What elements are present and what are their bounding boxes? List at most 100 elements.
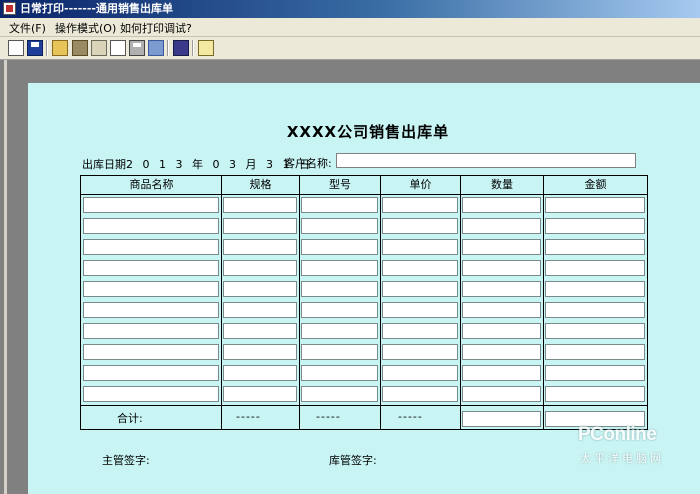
table-input-cell[interactable] xyxy=(223,302,297,318)
table-input-cell[interactable] xyxy=(83,344,219,360)
table-input-cell[interactable] xyxy=(382,197,458,213)
table-input-cell[interactable] xyxy=(83,386,219,402)
calculator-icon[interactable] xyxy=(173,40,189,56)
settings-icon[interactable] xyxy=(72,40,88,56)
table-input-cell[interactable] xyxy=(462,323,541,339)
table-input-cell[interactable] xyxy=(301,344,378,360)
table-input-cell[interactable] xyxy=(301,323,378,339)
page-setup-icon[interactable] xyxy=(148,40,164,56)
table-input-cell[interactable] xyxy=(382,365,458,381)
table-input-cell[interactable] xyxy=(545,197,645,213)
table-input-cell[interactable] xyxy=(223,386,297,402)
table-input-cell[interactable] xyxy=(462,260,541,276)
total-placeholder: ----- xyxy=(236,410,261,423)
table-input-cell[interactable] xyxy=(462,197,541,213)
table-input-cell[interactable] xyxy=(462,239,541,255)
toolbar-separator xyxy=(192,40,194,56)
table-input-cell[interactable] xyxy=(545,239,645,255)
open-icon[interactable] xyxy=(52,40,68,56)
table-input-cell[interactable] xyxy=(223,281,297,297)
print-preview-icon[interactable] xyxy=(110,40,126,56)
table-input-cell[interactable] xyxy=(382,260,458,276)
print-icon[interactable] xyxy=(129,40,145,56)
table-input-cell[interactable] xyxy=(223,365,297,381)
table-input-cell[interactable] xyxy=(301,260,378,276)
new-icon[interactable] xyxy=(8,40,24,56)
date-label: 出库日期 xyxy=(82,158,126,171)
table-header-cell: 数量 xyxy=(491,178,513,191)
toolbar-separator xyxy=(167,40,169,56)
table-input-cell[interactable] xyxy=(545,281,645,297)
table-header-cell: 商品名称 xyxy=(129,178,174,191)
table-input-cell[interactable] xyxy=(301,365,378,381)
table-input-cell[interactable] xyxy=(382,302,458,318)
table-input-cell[interactable] xyxy=(462,218,541,234)
table-column-divider xyxy=(543,176,544,429)
table-input-cell[interactable] xyxy=(301,218,378,234)
table-input-cell[interactable] xyxy=(301,197,378,213)
table-input-cell[interactable] xyxy=(462,281,541,297)
toolbar xyxy=(0,37,700,60)
table-input-cell[interactable] xyxy=(382,386,458,402)
table-input-cell[interactable] xyxy=(223,260,297,276)
table-input-cell[interactable] xyxy=(545,323,645,339)
table-input-cell[interactable] xyxy=(83,239,219,255)
table-input-cell[interactable] xyxy=(223,239,297,255)
watermark-brand: PConline xyxy=(578,424,657,445)
total-placeholder: ----- xyxy=(398,410,423,423)
table-input-cell[interactable] xyxy=(545,302,645,318)
table-input-cell[interactable] xyxy=(223,323,297,339)
total-input-cell[interactable] xyxy=(462,411,541,427)
table-input-cell[interactable] xyxy=(301,386,378,402)
table-input-cell[interactable] xyxy=(545,218,645,234)
table-input-cell[interactable] xyxy=(83,323,219,339)
title-bar: 日常打印-------通用销售出库单 xyxy=(0,0,700,18)
table-input-cell[interactable] xyxy=(462,365,541,381)
menu-operation-mode[interactable]: 操作模式(O) xyxy=(55,20,116,36)
menu-print-debug-help[interactable]: 如何打印调试? xyxy=(120,20,192,36)
customer-input[interactable] xyxy=(336,153,636,168)
table-input-cell[interactable] xyxy=(382,344,458,360)
warehouse-signature-label: 库管签字: xyxy=(329,454,377,467)
table-input-cell[interactable] xyxy=(545,386,645,402)
table-input-cell[interactable] xyxy=(83,260,219,276)
table-input-cell[interactable] xyxy=(545,260,645,276)
table-input-cell[interactable] xyxy=(382,323,458,339)
watermark-tagline: 太平洋电脑网 xyxy=(580,452,664,465)
table-input-cell[interactable] xyxy=(301,239,378,255)
menu-bar: 文件(F) 操作模式(O) 如何打印调试? xyxy=(0,18,700,37)
form-title: XXXX公司销售出库单 xyxy=(286,123,450,141)
table-input-cell[interactable] xyxy=(301,302,378,318)
table-input-cell[interactable] xyxy=(223,218,297,234)
table-input-cell[interactable] xyxy=(382,239,458,255)
table-header-cell: 型号 xyxy=(329,178,351,191)
help-icon[interactable] xyxy=(198,40,214,56)
image-icon[interactable] xyxy=(91,40,107,56)
window-title: 日常打印-------通用销售出库单 xyxy=(20,2,173,15)
table-input-cell[interactable] xyxy=(545,344,645,360)
table-input-cell[interactable] xyxy=(83,281,219,297)
table-header-cell: 金额 xyxy=(584,178,607,191)
table-input-cell[interactable] xyxy=(301,281,378,297)
save-icon[interactable] xyxy=(27,40,43,56)
table-input-cell[interactable] xyxy=(223,197,297,213)
menu-file[interactable]: 文件(F) xyxy=(9,20,46,36)
table-input-cell[interactable] xyxy=(83,197,219,213)
table-input-cell[interactable] xyxy=(83,365,219,381)
table-input-cell[interactable] xyxy=(83,218,219,234)
table-input-cell[interactable] xyxy=(83,302,219,318)
total-label: 合计: xyxy=(117,412,143,425)
table-input-cell[interactable] xyxy=(462,344,541,360)
table-input-cell[interactable] xyxy=(462,386,541,402)
table-input-cell[interactable] xyxy=(462,302,541,318)
table-input-cell[interactable] xyxy=(223,344,297,360)
customer-label: 客户名称: xyxy=(284,157,332,170)
table-input-cell[interactable] xyxy=(382,281,458,297)
supervisor-signature-label: 主管签字: xyxy=(102,454,150,467)
watermark-logo: PConline 太平洋电脑网 xyxy=(570,420,695,474)
workspace-frame xyxy=(4,60,7,494)
table-total-divider xyxy=(81,405,647,406)
table-input-cell[interactable] xyxy=(545,365,645,381)
table-header-divider xyxy=(81,194,647,195)
table-input-cell[interactable] xyxy=(382,218,458,234)
